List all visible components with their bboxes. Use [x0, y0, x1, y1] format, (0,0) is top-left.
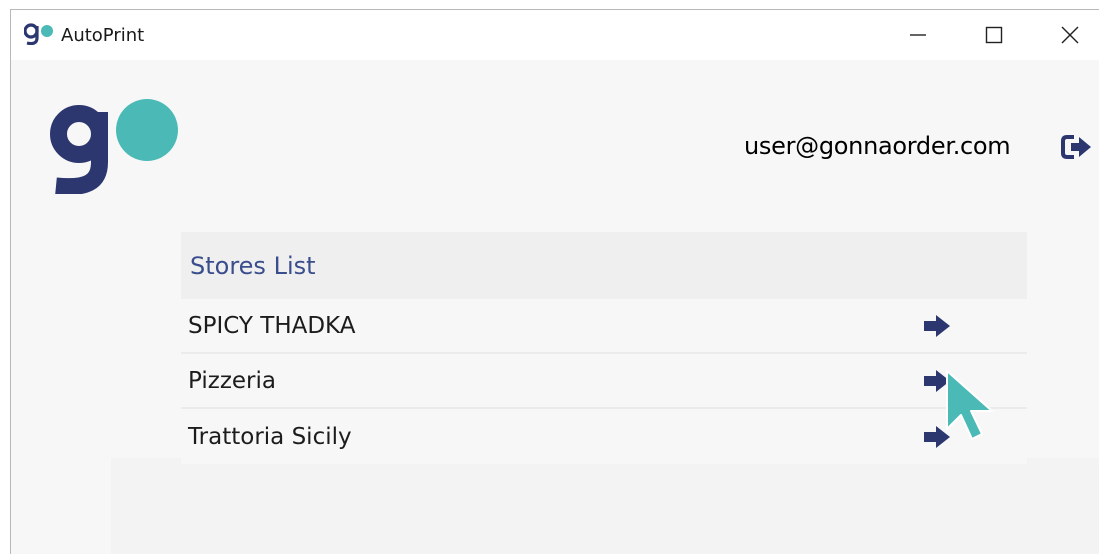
app-logo-icon [24, 23, 53, 45]
client-area: user@gonnaorder.com Stores List SPICY TH… [11, 60, 1099, 554]
window-title: AutoPrint [61, 25, 145, 46]
logout-icon[interactable] [1059, 132, 1095, 162]
list-item[interactable]: SPICY THADKA [181, 299, 1027, 354]
arrow-right-icon[interactable] [922, 368, 952, 394]
app-window: AutoPrint user@gonnaorder.com Stores Lis… [10, 9, 1099, 554]
close-button[interactable] [1032, 10, 1099, 60]
arrow-right-icon[interactable] [922, 424, 952, 450]
maximize-button[interactable] [956, 10, 1032, 60]
title-bar[interactable]: AutoPrint [11, 10, 1099, 60]
store-name: Pizzeria [188, 367, 276, 394]
minimize-button[interactable] [880, 10, 956, 60]
close-icon [1061, 26, 1079, 44]
list-item[interactable]: Pizzeria [181, 354, 1027, 409]
maximize-icon [985, 26, 1003, 44]
stores-list-heading: Stores List [181, 232, 1027, 299]
store-name: Trattoria Sicily [188, 423, 352, 450]
store-name: SPICY THADKA [188, 312, 356, 339]
user-email: user@gonnaorder.com [744, 132, 1011, 160]
stores-list: Stores List SPICY THADKA Pizzeria Tratto… [181, 232, 1027, 464]
client-lower-panel [111, 458, 1099, 554]
list-item[interactable]: Trattoria Sicily [181, 409, 1027, 464]
minimize-icon [910, 34, 926, 36]
arrow-right-icon[interactable] [922, 313, 952, 339]
go-logo [50, 99, 178, 194]
